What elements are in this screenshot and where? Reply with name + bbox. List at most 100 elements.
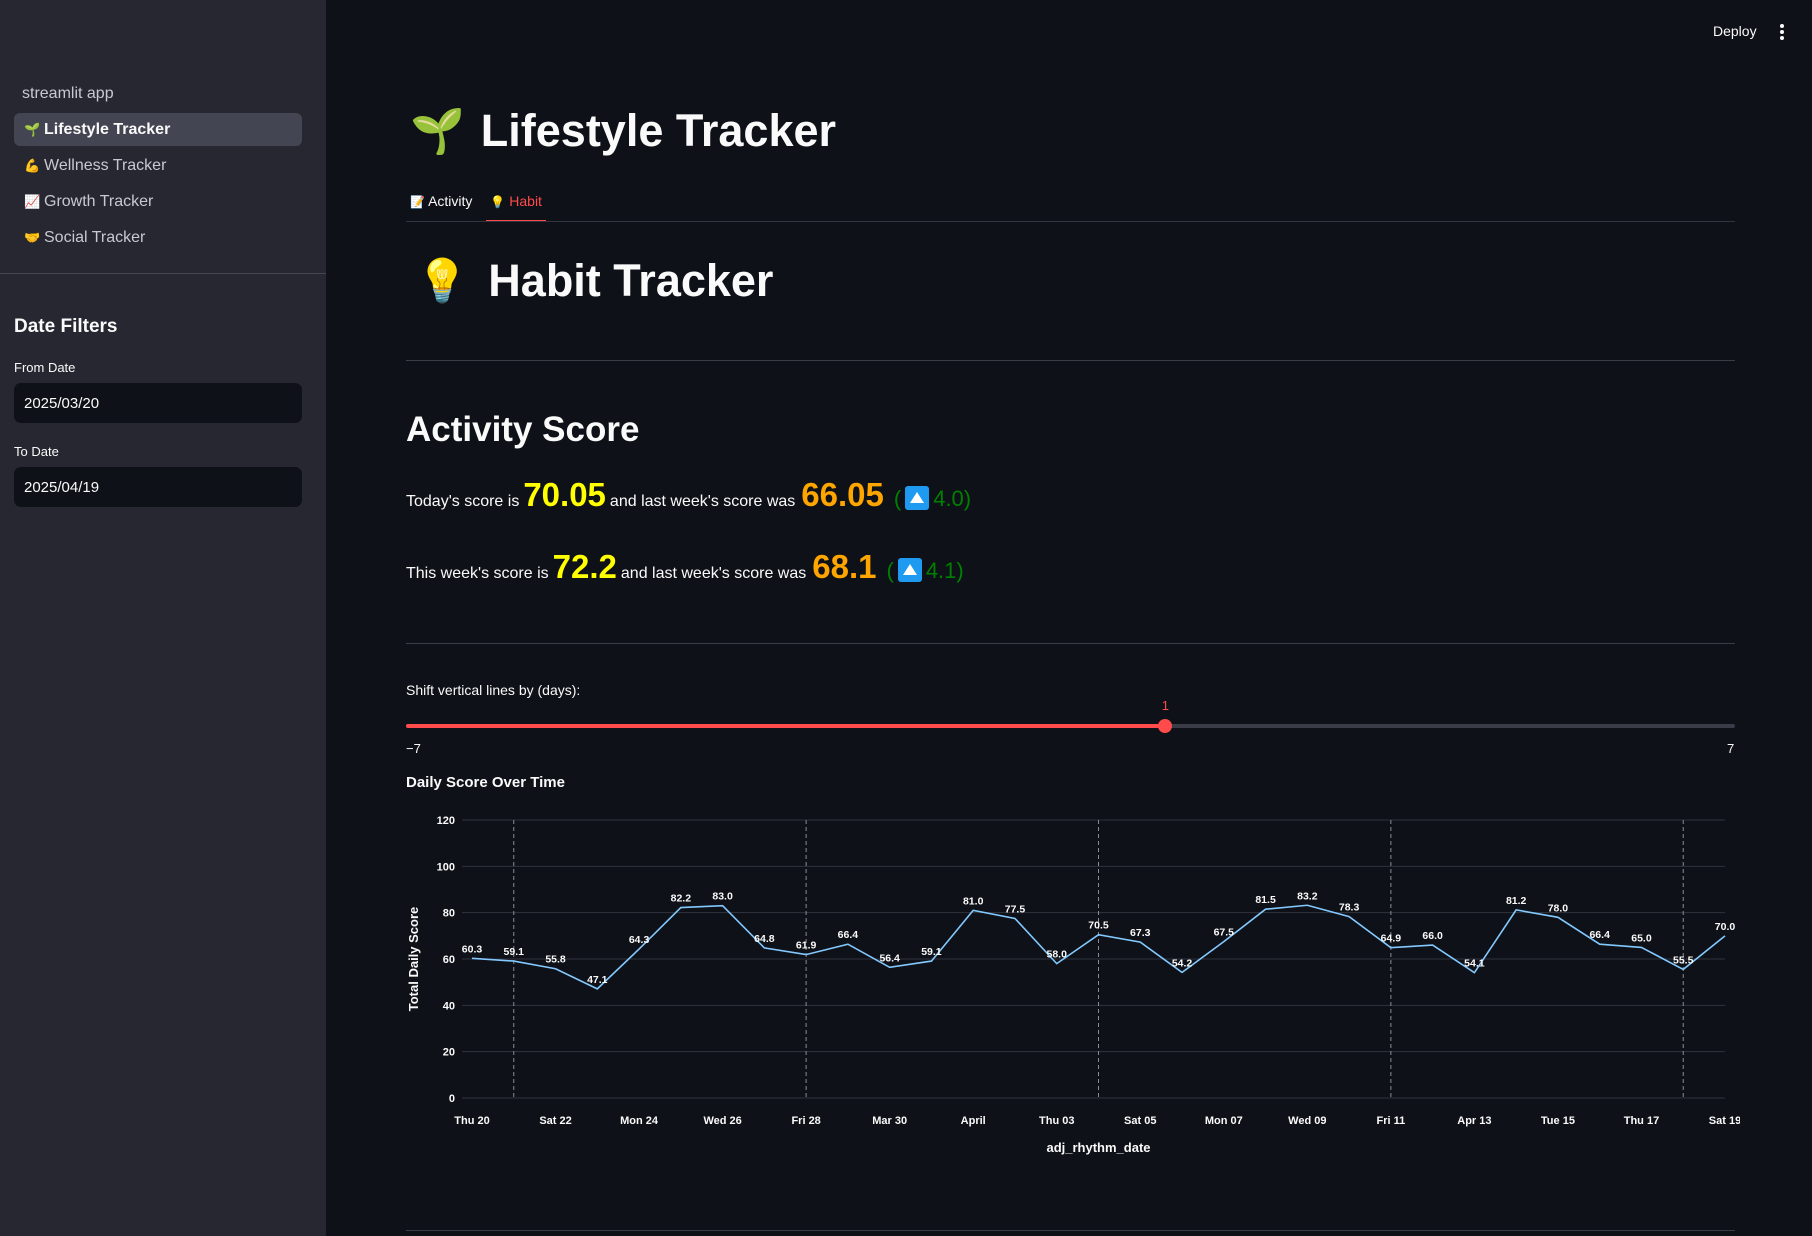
today-score-line: Today's score is 70.05 and last week's s… bbox=[406, 476, 971, 514]
data-label: 59.1 bbox=[504, 946, 525, 958]
x-tick-label: Sat 22 bbox=[539, 1115, 571, 1127]
data-label: 65.0 bbox=[1631, 932, 1652, 944]
tabs-divider bbox=[406, 221, 1735, 222]
sidebar-app-label: streamlit app bbox=[22, 85, 114, 102]
from-date-label: From Date bbox=[14, 360, 76, 375]
week-score-prefix: This week's score is bbox=[406, 565, 549, 582]
week-score-value: 72.2 bbox=[552, 548, 617, 585]
x-tick-label: Mar 30 bbox=[872, 1115, 907, 1127]
today-delta: (4.0) bbox=[893, 486, 972, 511]
lightbulb-icon: 💡 bbox=[490, 195, 506, 209]
week-delta: (4.1) bbox=[886, 558, 964, 583]
x-tick-label: Thu 20 bbox=[454, 1115, 489, 1127]
to-date-input[interactable]: 2025/04/19 bbox=[14, 467, 302, 507]
page-title: 🌱 Lifestyle Tracker bbox=[410, 105, 836, 157]
divider bbox=[406, 360, 1735, 361]
sidebar-item-growth-tracker[interactable]: 📈 Growth Tracker bbox=[14, 185, 302, 218]
data-label: 78.0 bbox=[1548, 902, 1569, 914]
main-menu-icon[interactable] bbox=[1776, 22, 1788, 42]
week-last-week-value: 68.1 bbox=[812, 548, 877, 585]
slider-min-label: −7 bbox=[406, 741, 421, 756]
slider-thumb[interactable] bbox=[1158, 719, 1173, 733]
x-tick-label: Sat 05 bbox=[1124, 1115, 1156, 1127]
tab-bar: 📝 Activity 💡 Habit bbox=[406, 190, 556, 222]
from-date-input[interactable]: 2025/03/20 bbox=[14, 383, 302, 423]
x-tick-label: Apr 13 bbox=[1457, 1115, 1491, 1127]
data-label: 64.8 bbox=[754, 933, 775, 945]
habit-tracker-title: 💡 Habit Tracker bbox=[416, 255, 773, 307]
deploy-button[interactable]: Deploy bbox=[1713, 23, 1757, 39]
x-tick-label: Wed 26 bbox=[703, 1115, 741, 1127]
tab-habit[interactable]: 💡 Habit bbox=[486, 190, 546, 222]
sidebar-item-label: Social Tracker bbox=[44, 228, 146, 246]
y-tick-label: 20 bbox=[443, 1047, 455, 1059]
seedling-icon: 🌱 bbox=[24, 121, 41, 137]
chart-title: Daily Score Over Time bbox=[406, 774, 565, 791]
sidebar-item-lifestyle-tracker[interactable]: 🌱 Lifestyle Tracker bbox=[14, 113, 302, 146]
today-score-prefix: Today's score is bbox=[406, 493, 520, 510]
x-tick-label: Fri 28 bbox=[791, 1115, 820, 1127]
to-date-label: To Date bbox=[14, 444, 59, 459]
y-tick-label: 120 bbox=[437, 815, 455, 827]
tab-label: Activity bbox=[428, 193, 473, 209]
x-tick-label: Fri 11 bbox=[1376, 1115, 1405, 1127]
y-tick-label: 80 bbox=[443, 908, 455, 920]
data-label: 58.0 bbox=[1047, 949, 1068, 961]
x-tick-label: Wed 09 bbox=[1288, 1115, 1326, 1127]
tab-activity[interactable]: 📝 Activity bbox=[406, 190, 476, 222]
lightbulb-icon: 💡 bbox=[416, 256, 469, 304]
seedling-icon: 🌱 bbox=[410, 107, 465, 156]
slider-value: 1 bbox=[1161, 698, 1170, 713]
y-tick-label: 60 bbox=[443, 954, 455, 966]
data-label: 83.2 bbox=[1297, 890, 1318, 902]
data-label: 59.1 bbox=[921, 946, 942, 958]
today-score-value: 70.05 bbox=[523, 476, 606, 513]
sidebar-item-label: Wellness Tracker bbox=[44, 156, 167, 174]
data-label: 78.3 bbox=[1339, 902, 1360, 914]
data-label: 70.5 bbox=[1088, 920, 1109, 932]
data-label: 81.5 bbox=[1255, 894, 1276, 906]
y-tick-label: 40 bbox=[443, 1000, 455, 1012]
data-label: 67.5 bbox=[1214, 927, 1235, 939]
sidebar-item-social-tracker[interactable]: 🤝 Social Tracker bbox=[14, 221, 302, 254]
sidebar: streamlit app 🌱 Lifestyle Tracker 💪 Well… bbox=[0, 0, 326, 1236]
data-label: 66.0 bbox=[1422, 930, 1443, 942]
data-label: 56.4 bbox=[879, 952, 900, 964]
y-axis-label: Total Daily Score bbox=[406, 907, 421, 1012]
page-title-text: Lifestyle Tracker bbox=[480, 105, 837, 156]
week-score-line: This week's score is 72.2 and last week'… bbox=[406, 548, 964, 586]
x-tick-label: Mon 07 bbox=[1205, 1115, 1243, 1127]
week-delta-value: 4.1 bbox=[925, 558, 957, 583]
x-tick-label: Thu 17 bbox=[1624, 1115, 1659, 1127]
memo-icon: 📝 bbox=[410, 195, 425, 209]
sidebar-item-label: Growth Tracker bbox=[44, 192, 154, 210]
data-label: 55.8 bbox=[545, 954, 566, 966]
data-label: 47.1 bbox=[587, 974, 608, 986]
handshake-icon: 🤝 bbox=[24, 229, 41, 245]
data-label: 81.0 bbox=[963, 895, 984, 907]
today-score-mid: and last week's score was bbox=[609, 493, 796, 510]
today-last-week-value: 66.05 bbox=[801, 476, 884, 513]
shift-slider-label: Shift vertical lines by (days): bbox=[406, 682, 581, 698]
today-delta-value: 4.0 bbox=[933, 486, 964, 511]
data-label: 70.0 bbox=[1715, 921, 1736, 933]
sidebar-item-label: Lifestyle Tracker bbox=[44, 120, 171, 138]
divider bbox=[406, 1230, 1735, 1231]
sidebar-divider bbox=[0, 273, 326, 274]
data-label: 54.1 bbox=[1464, 958, 1485, 970]
up-arrow-icon bbox=[905, 486, 930, 510]
slider-max-label: 7 bbox=[1727, 741, 1735, 756]
up-arrow-icon bbox=[897, 558, 922, 582]
data-label: 61.9 bbox=[796, 940, 817, 952]
data-label: 66.4 bbox=[1589, 929, 1610, 941]
data-label: 54.2 bbox=[1172, 957, 1193, 969]
data-label: 64.9 bbox=[1381, 933, 1402, 945]
data-label: 66.4 bbox=[838, 929, 859, 941]
date-filters-title: Date Filters bbox=[14, 316, 118, 337]
data-label: 81.2 bbox=[1506, 895, 1527, 907]
y-tick-label: 100 bbox=[437, 861, 455, 873]
sidebar-item-wellness-tracker[interactable]: 💪 Wellness Tracker bbox=[14, 149, 302, 182]
data-label: 55.5 bbox=[1673, 954, 1694, 966]
data-label: 67.3 bbox=[1130, 927, 1151, 939]
shift-slider[interactable]: 1 bbox=[406, 698, 1735, 733]
